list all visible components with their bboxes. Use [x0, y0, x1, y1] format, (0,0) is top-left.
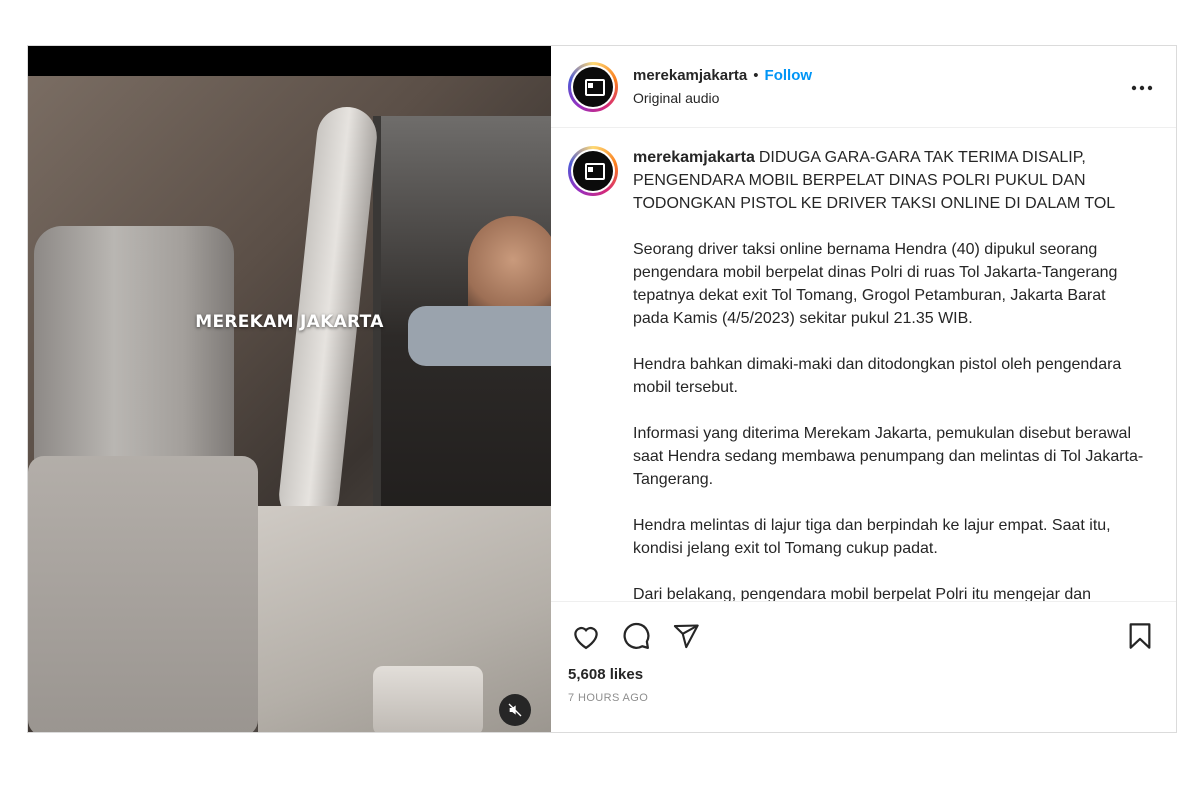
- follow-button[interactable]: Follow: [765, 67, 813, 84]
- speaker-muted-icon[interactable]: [499, 694, 531, 726]
- bookmark-icon[interactable]: [1122, 618, 1158, 654]
- door-handle: [373, 666, 483, 732]
- video-top-bar: [28, 46, 551, 76]
- caption-text: merekamjakarta DIDUGA GARA-GARA TAK TERIM…: [633, 146, 1145, 601]
- caption-paragraph: Informasi yang diterima Merekam Jakarta,…: [633, 425, 1144, 488]
- post-timestamp[interactable]: 7 HOURS AGO: [568, 692, 1156, 704]
- caption-paragraph: Seorang driver taksi online bernama Hend…: [633, 241, 1118, 327]
- username-link[interactable]: merekamjakarta: [633, 67, 747, 84]
- caption-paragraph: Hendra bahkan dimaki-maki dan ditodongka…: [633, 356, 1122, 396]
- comment-icon[interactable]: [618, 618, 654, 654]
- instagram-post: MEREKAM JAKARTA merekamjakarta • Follow …: [27, 45, 1177, 733]
- more-horizontal-icon[interactable]: [1130, 76, 1154, 100]
- caption-avatar-image: [573, 151, 613, 191]
- author-info: merekamjakarta • Follow Original audio: [633, 67, 812, 106]
- heart-icon[interactable]: [568, 618, 604, 654]
- caption-username[interactable]: merekamjakarta: [633, 149, 755, 166]
- post-sidebar: merekamjakarta • Follow Original audio m…: [551, 46, 1176, 732]
- audio-link[interactable]: Original audio: [633, 90, 812, 106]
- caption-paragraph: Hendra melintas di lajur tiga dan berpin…: [633, 517, 1111, 557]
- video-watermark: MEREKAM JAKARTA: [195, 312, 384, 332]
- share-icon[interactable]: [668, 618, 704, 654]
- caption-paragraph: Dari belakang, pengendara mobil berpelat…: [633, 586, 1092, 601]
- avatar[interactable]: [568, 61, 618, 112]
- post-header: merekamjakarta • Follow Original audio: [551, 46, 1176, 128]
- post-video[interactable]: MEREKAM JAKARTA: [28, 46, 551, 732]
- caption-area: merekamjakarta DIDUGA GARA-GARA TAK TERIM…: [551, 128, 1176, 601]
- action-bar: 5,608 likes 7 HOURS AGO: [551, 601, 1176, 732]
- car-seat-lower: [28, 456, 258, 732]
- separator-dot: •: [753, 67, 759, 84]
- video-frame: [28, 76, 551, 732]
- caption-avatar[interactable]: [568, 146, 618, 196]
- avatar-image: [573, 66, 613, 107]
- likes-count[interactable]: 5,608 likes: [568, 666, 1156, 683]
